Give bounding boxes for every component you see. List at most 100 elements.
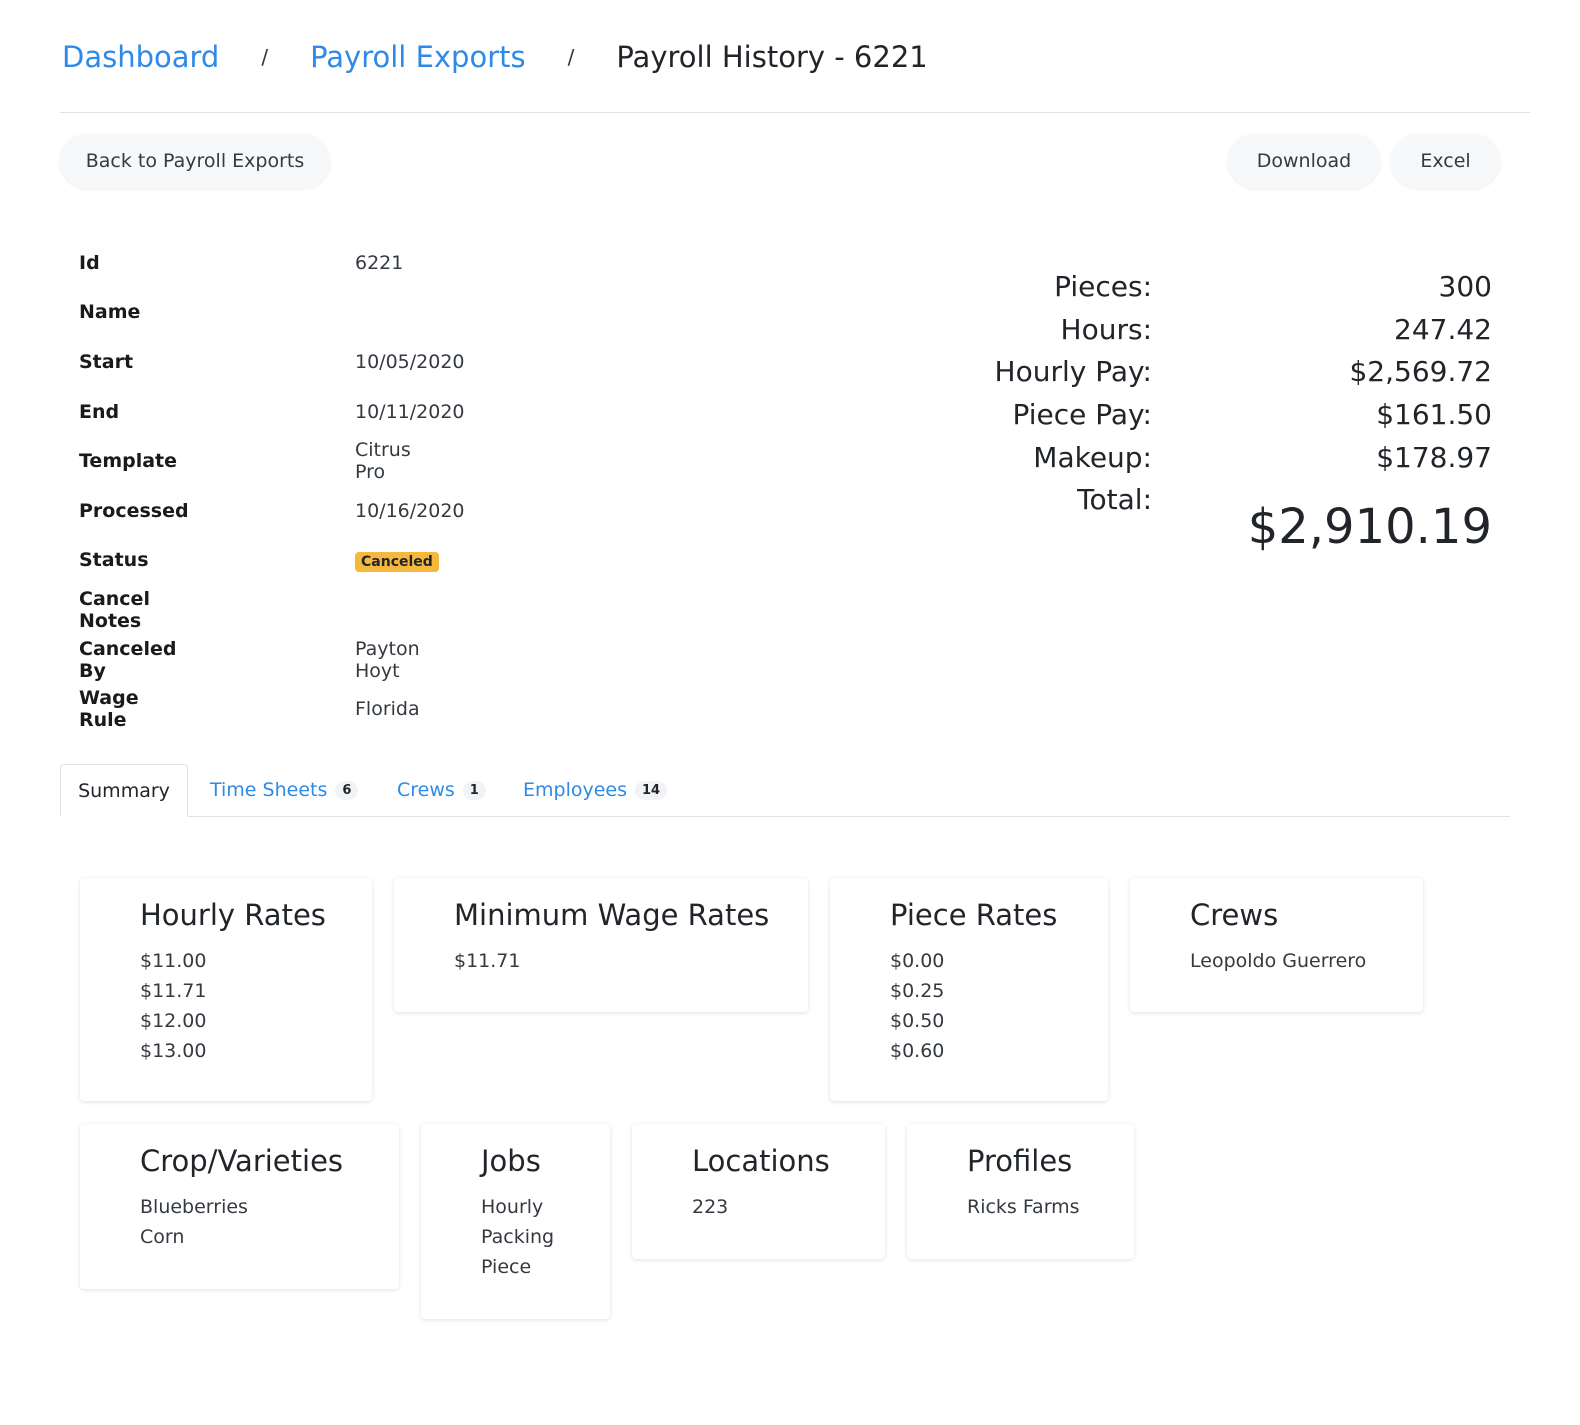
total-label: Makeup:	[1033, 440, 1152, 474]
list-item: Corn	[140, 1226, 185, 1248]
list-item: 223	[692, 1196, 729, 1218]
tab-summary[interactable]: Summary	[60, 764, 188, 817]
header-divider	[60, 112, 1530, 113]
excel-button[interactable]: Excel	[1391, 134, 1500, 188]
detail-label: Id	[79, 251, 100, 274]
detail-label: Wage Rule	[79, 687, 139, 732]
detail-value: Citrus Pro	[355, 439, 411, 484]
total-value: 247.42	[1394, 312, 1492, 346]
back-to-payroll-exports-button[interactable]: Back to Payroll Exports	[60, 134, 330, 188]
download-button[interactable]: Download	[1228, 134, 1380, 188]
tab-label: Summary	[78, 779, 170, 802]
breadcrumb-separator: /	[567, 45, 575, 69]
list-item: Piece	[481, 1256, 532, 1278]
total-value: 300	[1438, 270, 1492, 303]
detail-label: Template	[79, 450, 178, 473]
total-label: Piece Pay:	[1012, 398, 1152, 432]
list-item: Packing	[481, 1226, 555, 1248]
list-item: $11.71	[140, 980, 207, 1002]
total-label: Total:	[1077, 483, 1152, 517]
detail-label: Name	[79, 301, 141, 324]
card-title: Minimum Wage Rates	[454, 898, 770, 932]
tab-label: Time Sheets	[210, 779, 328, 801]
payroll-history-page: Dashboard / Payroll Exports / Payroll Hi…	[0, 0, 1580, 1425]
total-row-hours: Hours: 247.42	[900, 309, 1492, 352]
total-value: $2,569.72	[1349, 355, 1492, 389]
card-list: Ricks Farms	[967, 1192, 1080, 1222]
list-item: Ricks Farms	[967, 1196, 1080, 1218]
detail-value: Florida	[355, 698, 420, 721]
detail-label: Status	[79, 549, 149, 572]
status-badge: Canceled	[355, 552, 439, 573]
count-badge: 1	[462, 780, 486, 800]
card-title: Piece Rates	[890, 898, 1058, 932]
list-item: $0.25	[890, 980, 945, 1002]
list-item: $0.50	[890, 1010, 945, 1032]
card-title: Locations	[692, 1144, 830, 1178]
list-item: $12.00	[140, 1010, 207, 1032]
detail-value: 10/16/2020	[355, 499, 465, 522]
breadcrumb: Dashboard / Payroll Exports / Payroll Hi…	[62, 32, 928, 82]
card-title: Crews	[1190, 898, 1279, 932]
card-crews: Crews Leopoldo Guerrero	[1130, 878, 1423, 1012]
list-item: Leopoldo Guerrero	[1190, 950, 1367, 972]
card-crop-varieties: Crop/Varieties Blueberries Corn	[80, 1124, 399, 1289]
card-list: Leopoldo Guerrero	[1190, 946, 1366, 976]
breadcrumb-dashboard-link[interactable]: Dashboard	[62, 40, 219, 74]
detail-label: Cancel Notes	[79, 587, 150, 632]
list-item: $11.71	[454, 950, 521, 972]
list-item: $0.00	[890, 950, 945, 972]
card-hourly-rates: Hourly Rates $11.00 $11.71 $12.00 $13.00	[80, 878, 372, 1101]
tab-time-sheets[interactable]: Time Sheets 6	[210, 764, 359, 816]
card-list: Hourly Packing Piece	[481, 1192, 554, 1282]
detail-label: Canceled By	[79, 637, 177, 682]
payroll-totals: Pieces: 300 Hours: 247.42 Hourly Pay: $2…	[900, 266, 1492, 555]
total-row-hourly-pay: Hourly Pay: $2,569.72	[900, 351, 1492, 394]
total-row-piece-pay: Piece Pay: $161.50	[900, 394, 1492, 437]
total-label: Hours:	[1060, 312, 1152, 346]
tab-bar: Summary Time Sheets 6 Crews 1 Employees …	[60, 764, 1510, 817]
count-badge: 14	[635, 780, 668, 800]
tab-crews[interactable]: Crews 1	[397, 764, 486, 816]
breadcrumb-separator: /	[261, 45, 269, 69]
card-title: Profiles	[967, 1144, 1073, 1178]
count-badge: 6	[335, 780, 359, 800]
list-item: $11.00	[140, 950, 207, 972]
total-value: $161.50	[1376, 398, 1492, 432]
detail-value: Payton Hoyt	[355, 637, 420, 682]
total-row-makeup: Makeup: $178.97	[900, 437, 1492, 480]
detail-value: 6221	[355, 251, 404, 274]
list-item: Blueberries	[140, 1196, 248, 1218]
total-label: Hourly Pay:	[994, 355, 1152, 389]
list-item: $0.60	[890, 1040, 945, 1062]
card-list: $11.71	[454, 946, 520, 976]
total-value: $178.97	[1376, 440, 1492, 474]
card-title: Hourly Rates	[140, 898, 326, 932]
card-list: $0.00 $0.25 $0.50 $0.60	[890, 946, 944, 1066]
tab-label: Employees	[523, 779, 627, 801]
breadcrumb-payroll-exports-link[interactable]: Payroll Exports	[310, 40, 526, 74]
detail-value: Canceled	[355, 549, 439, 573]
card-title: Crop/Varieties	[140, 1144, 344, 1178]
total-row-pieces: Pieces: 300	[900, 266, 1492, 309]
card-list: Blueberries Corn	[140, 1192, 248, 1252]
grand-total-value: $2,910.19	[1247, 499, 1492, 556]
detail-value: 10/11/2020	[355, 400, 465, 423]
card-list: 223	[692, 1192, 728, 1222]
detail-value: 10/05/2020	[355, 350, 465, 373]
card-title: Jobs	[481, 1144, 541, 1178]
tab-employees[interactable]: Employees 14	[523, 764, 668, 816]
list-item: Hourly	[481, 1196, 544, 1218]
tab-label: Crews	[397, 779, 455, 801]
card-minimum-wage-rates: Minimum Wage Rates $11.71	[394, 878, 808, 1012]
total-label: Pieces:	[1054, 270, 1152, 303]
total-row-grand-total: Total: $2,910.19	[900, 479, 1492, 555]
list-item: $13.00	[140, 1040, 207, 1062]
detail-label: End	[79, 400, 120, 423]
card-jobs: Jobs Hourly Packing Piece	[421, 1124, 610, 1319]
detail-label: Start	[79, 350, 134, 373]
card-locations: Locations 223	[632, 1124, 885, 1259]
card-piece-rates: Piece Rates $0.00 $0.25 $0.50 $0.60	[830, 878, 1108, 1101]
detail-label: Processed	[79, 499, 189, 522]
card-list: $11.00 $11.71 $12.00 $13.00	[140, 946, 206, 1066]
